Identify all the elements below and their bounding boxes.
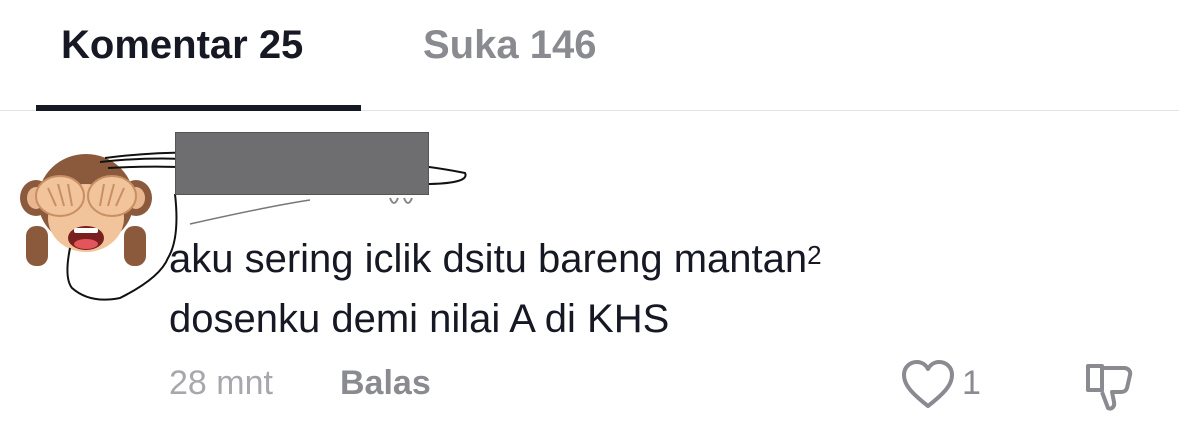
heart-icon[interactable] xyxy=(900,358,956,412)
monkey-emoji-avatar-icon[interactable] xyxy=(18,140,154,270)
comment-text-line1: aku sering iclik dsitu bareng mantan xyxy=(169,237,808,281)
comment-text-line2: dosenku demi nilai A di KHS xyxy=(169,297,670,341)
comment-tabs: Komentar 25 Suka 146 xyxy=(0,0,1179,111)
active-tab-indicator xyxy=(36,105,361,111)
tab-likes[interactable]: Suka 146 xyxy=(423,20,596,70)
tab-comments[interactable]: Komentar 25 xyxy=(61,20,303,70)
comment-text-superscript: 2 xyxy=(807,240,822,270)
like-count: 1 xyxy=(962,364,981,402)
thumbs-down-icon[interactable] xyxy=(1080,358,1136,414)
comment-text: aku sering iclik dsitu bareng mantan2 do… xyxy=(169,229,1129,349)
comment-timestamp: 28 mnt xyxy=(169,364,273,402)
redacted-username-box xyxy=(175,132,429,195)
reply-button[interactable]: Balas xyxy=(340,362,431,404)
